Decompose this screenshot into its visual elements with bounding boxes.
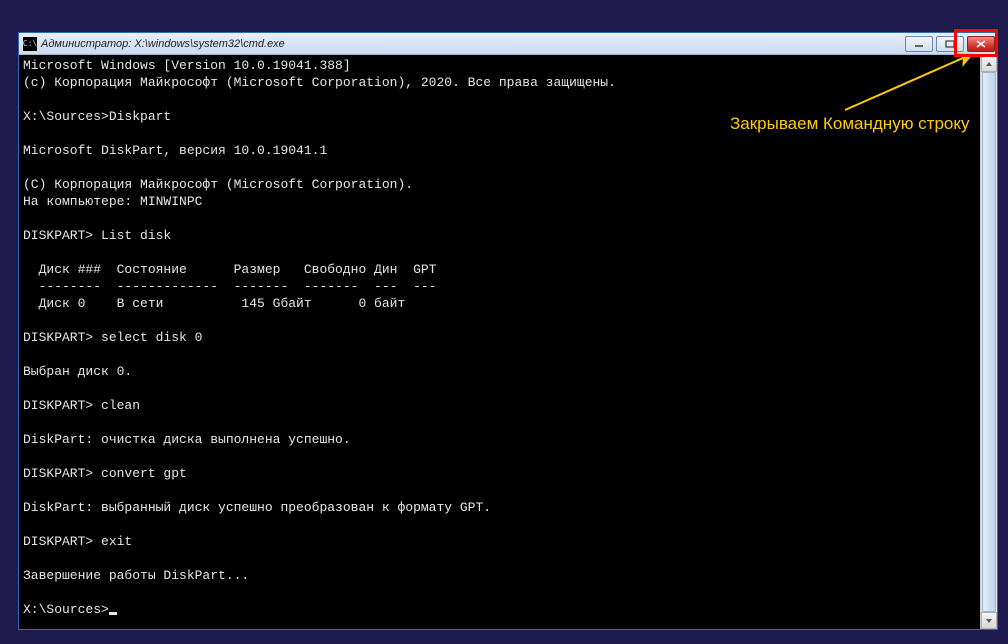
maximize-button[interactable] — [936, 36, 964, 52]
console-output[interactable]: Microsoft Windows [Version 10.0.19041.38… — [19, 55, 980, 629]
console-body: Microsoft Windows [Version 10.0.19041.38… — [19, 55, 997, 629]
scroll-down-button[interactable] — [981, 612, 997, 629]
titlebar[interactable]: C:\ Администратор: X:\windows\system32\c… — [19, 33, 997, 55]
chevron-up-icon — [985, 61, 993, 67]
chevron-down-icon — [985, 618, 993, 624]
scroll-up-button[interactable] — [981, 55, 997, 72]
window-title: Администратор: X:\windows\system32\cmd.e… — [41, 38, 285, 50]
cmd-window: C:\ Администратор: X:\windows\system32\c… — [18, 32, 998, 630]
cmd-icon: C:\ — [23, 37, 37, 51]
close-icon — [976, 40, 986, 48]
window-controls — [905, 36, 995, 52]
scroll-track[interactable] — [981, 72, 997, 612]
close-button[interactable] — [967, 36, 995, 52]
vertical-scrollbar[interactable] — [980, 55, 997, 629]
maximize-icon — [945, 40, 955, 48]
minimize-button[interactable] — [905, 36, 933, 52]
minimize-icon — [914, 40, 924, 48]
scroll-thumb[interactable] — [982, 72, 996, 612]
